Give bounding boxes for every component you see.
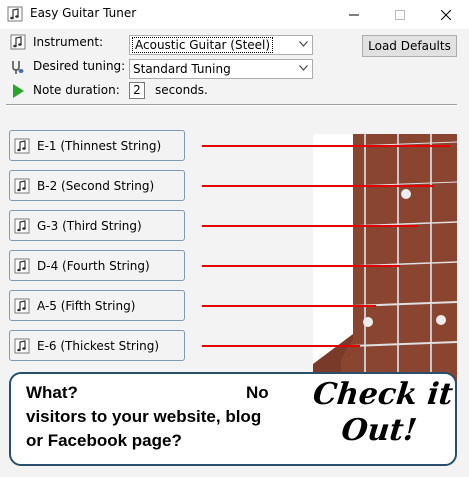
cta-line-2: Out! (339, 413, 419, 448)
string-button-d4[interactable]: D-4 (Fourth String) (9, 250, 185, 281)
string-button-a5[interactable]: A-5 (Fifth String) (9, 290, 185, 321)
music-note-icon (14, 338, 30, 353)
string-label: D-4 (Fourth String) (37, 258, 150, 273)
duration-label: Note duration: (33, 83, 120, 97)
string-label: B-2 (Second String) (37, 178, 155, 193)
title-bar: Easy Guitar Tuner (0, 0, 469, 29)
app-window: Easy Guitar Tuner Instrument: Acoustic G… (0, 0, 469, 477)
string-label: A-5 (Fifth String) (37, 298, 136, 313)
tuning-value: Standard Tuning (133, 62, 231, 76)
music-note-icon (7, 6, 23, 22)
fretboard-illustration (313, 134, 457, 392)
string-indicator-line (202, 305, 376, 307)
music-note-icon (14, 178, 30, 193)
string-button-b2[interactable]: B-2 (Second String) (9, 170, 185, 201)
minimize-icon (349, 14, 359, 15)
string-label: G-3 (Third String) (37, 218, 142, 233)
banner-word-what: What? (26, 383, 78, 402)
maximize-button[interactable] (377, 0, 423, 29)
promo-banner[interactable]: What? No visitors to your website, blog o… (9, 372, 457, 466)
banner-line-3: or Facebook page? (26, 431, 182, 450)
banner-line-2: visitors to your website, blog (26, 407, 262, 426)
string-button-e6[interactable]: E-6 (Thickest String) (9, 330, 185, 361)
music-note-icon (14, 258, 30, 273)
string-indicator-line (202, 225, 418, 227)
instrument-label: Instrument: (33, 35, 104, 49)
fretboard-image (313, 134, 457, 392)
load-defaults-button[interactable]: Load Defaults (362, 35, 457, 57)
close-icon (441, 9, 451, 20)
close-button[interactable] (423, 0, 469, 29)
music-note-icon (10, 34, 26, 50)
duration-unit: seconds. (155, 83, 208, 97)
banner-word-no: No (245, 383, 269, 402)
music-note-icon (14, 218, 30, 233)
cta-line-1: Check it (311, 377, 455, 412)
music-note-icon (14, 298, 30, 313)
minimize-button[interactable] (331, 0, 377, 29)
string-label: E-1 (Thinnest String) (37, 138, 162, 153)
music-note-icon (14, 138, 30, 153)
chevron-down-icon (299, 65, 308, 71)
string-indicator-line (202, 185, 434, 187)
tuning-fork-icon (12, 61, 24, 74)
tuning-select[interactable]: Standard Tuning (129, 59, 313, 79)
instrument-select[interactable]: Acoustic Guitar (Steel) (129, 35, 313, 55)
duration-input[interactable]: 2 (129, 82, 145, 99)
play-icon (13, 84, 24, 98)
main-panel: Instrument: Acoustic Guitar (Steel) Load… (0, 29, 469, 477)
banner-text: What? No visitors to your website, blog o… (26, 381, 286, 453)
tuning-label: Desired tuning: (33, 59, 126, 73)
maximize-icon (395, 9, 405, 20)
string-label: E-6 (Thickest String) (37, 338, 160, 353)
instrument-value: Acoustic Guitar (Steel) (131, 37, 274, 53)
string-indicator-line (202, 265, 400, 267)
divider-highlight (6, 105, 457, 106)
string-button-g3[interactable]: G-3 (Third String) (9, 210, 185, 241)
chevron-down-icon (299, 41, 308, 47)
check-it-out-link[interactable]: Check it Out! (307, 377, 455, 449)
string-indicator-line (202, 145, 450, 147)
banner-line-1: What? No (26, 381, 286, 405)
string-indicator-line (202, 345, 360, 347)
window-title: Easy Guitar Tuner (30, 6, 137, 20)
string-button-e1[interactable]: E-1 (Thinnest String) (9, 130, 185, 161)
